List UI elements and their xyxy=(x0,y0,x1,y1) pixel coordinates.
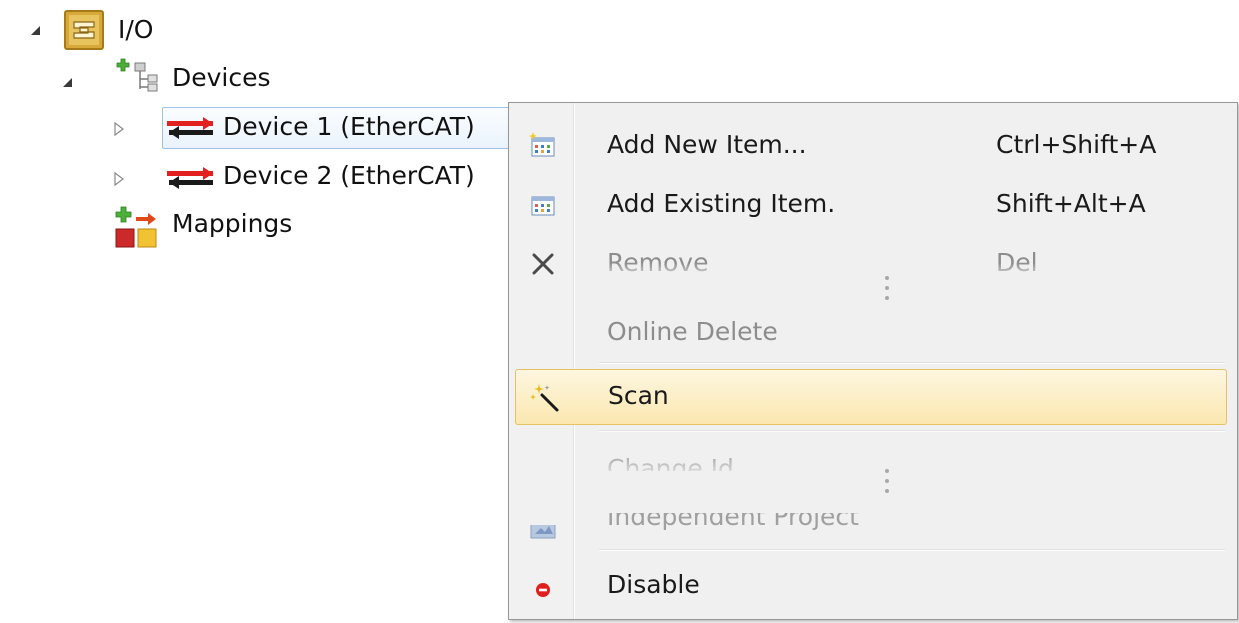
vertical-ellipsis-icon xyxy=(884,276,890,306)
expand-arrow-icon[interactable] xyxy=(28,23,42,37)
menu-cut-indicator xyxy=(575,263,1237,303)
menu-separator xyxy=(599,549,1225,551)
collapsed-arrow-icon[interactable] xyxy=(112,121,126,137)
menu-item-scan[interactable]: Scan xyxy=(515,369,1227,425)
menu-item-independent-project[interactable]: Independent Project xyxy=(607,513,859,537)
mappings-icon xyxy=(114,205,160,253)
menu-separator xyxy=(599,430,1225,432)
vertical-ellipsis-icon xyxy=(884,469,890,499)
add-new-item-icon xyxy=(529,132,557,160)
menu-item-add-new-item[interactable]: Add New Item... Ctrl+Shift+A xyxy=(509,118,1237,174)
context-menu: Add New Item... Ctrl+Shift+A Add Existin… xyxy=(508,102,1238,620)
tree-item-devices-label[interactable]: Devices xyxy=(172,62,271,94)
io-folder-icon xyxy=(64,10,104,54)
menu-item-label: Add Existing Item. xyxy=(607,189,836,218)
tree-item-device-2-label[interactable]: Device 2 (EtherCAT) xyxy=(223,160,475,192)
scan-wand-icon xyxy=(530,383,559,412)
menu-item-online-delete[interactable]: Online Delete xyxy=(509,305,1237,361)
menu-item-add-existing-item[interactable]: Add Existing Item. Shift+Alt+A xyxy=(509,177,1237,233)
tree-item-io-label[interactable]: I/O xyxy=(118,14,153,46)
ethercat-device-icon xyxy=(167,116,215,144)
disable-icon xyxy=(529,572,557,600)
independent-project-icon xyxy=(529,525,557,539)
tree-item-mappings-label[interactable]: Mappings xyxy=(172,208,292,240)
ethercat-device-icon xyxy=(167,166,215,194)
menu-item-shortcut: Shift+Alt+A xyxy=(996,189,1146,218)
menu-cut-indicator xyxy=(575,453,1237,513)
menu-item-shortcut: Ctrl+Shift+A xyxy=(996,130,1157,159)
tree-item-device-1-label[interactable]: Device 1 (EtherCAT) xyxy=(223,111,475,143)
collapsed-arrow-icon[interactable] xyxy=(112,171,126,187)
expand-arrow-icon[interactable] xyxy=(60,75,74,89)
devices-tree-icon xyxy=(115,57,159,97)
stage: I/O Devices Device 1 (EtherCAT) Device 2… xyxy=(0,0,1239,623)
add-existing-item-icon xyxy=(529,191,557,219)
menu-item-disable[interactable]: Disable xyxy=(509,558,1237,614)
remove-x-icon xyxy=(529,250,557,278)
menu-separator xyxy=(599,362,1225,364)
menu-item-label: Add New Item... xyxy=(607,130,807,159)
menu-item-label: Online Delete xyxy=(607,317,778,346)
menu-item-label: Scan xyxy=(608,381,669,410)
menu-item-label: Disable xyxy=(607,570,700,599)
